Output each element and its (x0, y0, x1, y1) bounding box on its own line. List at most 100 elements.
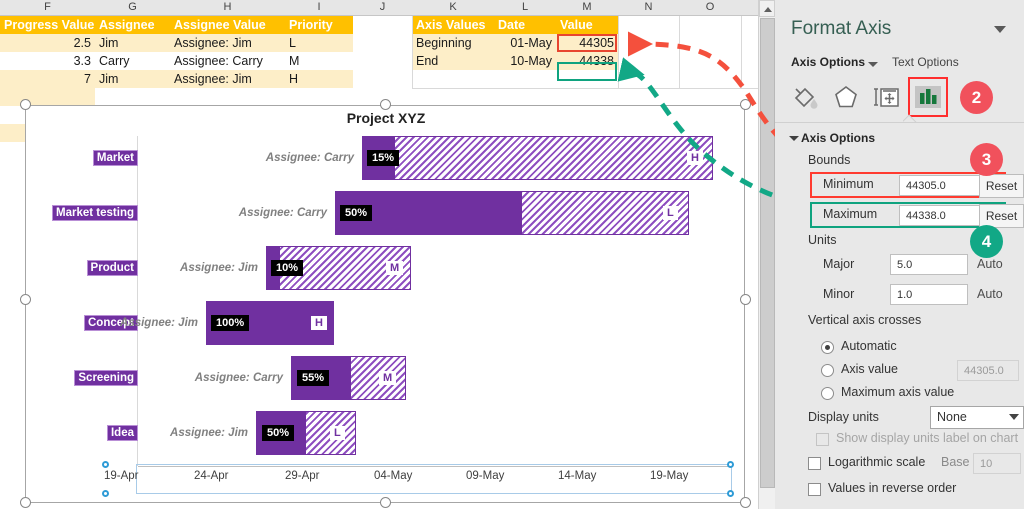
scrollbar-thumb[interactable] (760, 18, 775, 488)
column-header-N[interactable]: N (618, 0, 680, 15)
chevron-down-icon[interactable] (1009, 414, 1019, 420)
cell-priority-2[interactable]: M (285, 52, 353, 70)
chart-title[interactable]: Project XYZ (26, 110, 746, 126)
minor-auto-label[interactable]: Auto (977, 287, 1003, 301)
major-unit-input[interactable]: 5.0 (890, 254, 968, 275)
cell-assignee-value-3[interactable]: Assignee: Jim (170, 70, 285, 88)
bar-priority-label[interactable]: L (663, 206, 678, 220)
axis-handle-bottom-right[interactable] (727, 490, 734, 497)
bar-priority-label[interactable]: H (311, 316, 327, 330)
bar-priority-label[interactable]: M (386, 261, 404, 275)
bar-assignee-label[interactable]: Assignee: Carry (212, 152, 354, 164)
gantt-bar-row[interactable]: Assignee: Jim 100% H (26, 301, 746, 345)
checkbox-show-display-units-label[interactable] (816, 433, 829, 446)
bar-progress-label[interactable]: 15% (367, 150, 400, 166)
bar-assignee-label[interactable]: Assignee: Jim (126, 262, 258, 274)
header-axis-values[interactable]: Axis Values (412, 16, 494, 34)
header-assignee-value[interactable]: Assignee Value (170, 16, 285, 34)
vertical-scrollbar[interactable] (758, 0, 776, 509)
checkbox-logarithmic-scale[interactable] (808, 457, 821, 470)
effects-icon[interactable] (829, 80, 863, 114)
cell-progress-value-1[interactable]: 2.5 (0, 34, 95, 52)
chevron-down-icon[interactable] (868, 62, 878, 67)
column-header-M[interactable]: M (556, 0, 619, 15)
gantt-bar-row[interactable]: Assignee: Jim 50% L (26, 411, 746, 455)
x-tick-label[interactable]: 19-May (650, 470, 688, 482)
axis-handle-top-right[interactable] (727, 461, 734, 468)
fill-icon[interactable] (788, 80, 822, 114)
cell-assignee-value-2[interactable]: Assignee: Carry (170, 52, 285, 70)
radio-maximum-axis-value[interactable] (821, 387, 834, 400)
x-tick-label[interactable]: 19-Apr (104, 470, 139, 482)
minimum-reset-button[interactable]: Reset (979, 174, 1024, 198)
cell-row4-F[interactable] (0, 88, 95, 106)
header-assignee[interactable]: Assignee (95, 16, 170, 34)
chevron-down-icon[interactable] (994, 26, 1006, 33)
label-logarithmic-scale[interactable]: Logarithmic scale (828, 455, 925, 469)
gantt-chart-object[interactable]: Project XYZ Market Market testing Produc… (25, 105, 745, 503)
bar-duration[interactable] (362, 136, 713, 180)
cell-J-2[interactable] (353, 52, 412, 70)
chart-handle-middle-left[interactable] (20, 294, 31, 305)
column-header-P[interactable] (741, 0, 758, 15)
column-header-G[interactable]: G (95, 0, 171, 15)
gantt-bar-row[interactable]: Assignee: Carry 50% L (26, 191, 746, 235)
bar-assignee-label[interactable]: Assignee: Jim (116, 427, 248, 439)
chart-handle-bottom-right[interactable] (740, 497, 751, 508)
major-auto-label[interactable]: Auto (977, 257, 1003, 271)
radio-axis-value[interactable] (821, 364, 834, 377)
radio-automatic[interactable] (821, 341, 834, 354)
size-properties-icon[interactable] (870, 80, 904, 114)
cell-date-beginning[interactable]: 01-May (494, 34, 556, 52)
column-header-L[interactable]: L (494, 0, 557, 15)
bar-progress-label[interactable]: 55% (297, 370, 330, 386)
cell-J-1[interactable] (353, 34, 412, 52)
cell-axis-value-beginning[interactable]: Beginning (412, 34, 494, 52)
bar-progress-label[interactable]: 10% (271, 260, 304, 276)
label-values-in-reverse-order[interactable]: Values in reverse order (828, 481, 956, 495)
cell-assignee-2[interactable]: Carry (95, 52, 170, 70)
label-axis-value[interactable]: Axis value (841, 362, 898, 376)
cell-assignee-value-1[interactable]: Assignee: Jim (170, 34, 285, 52)
chart-handle-bottom-left[interactable] (20, 497, 31, 508)
bar-priority-label[interactable]: L (330, 426, 345, 440)
gantt-bar-row[interactable]: Assignee: Jim 10% M (26, 246, 746, 290)
x-tick-label[interactable]: 09-May (466, 470, 504, 482)
header-progress-value[interactable]: Progress Value (0, 16, 95, 34)
column-header-O[interactable]: O (679, 0, 742, 15)
chart-handle-middle-right[interactable] (740, 294, 751, 305)
chart-handle-top-center[interactable] (380, 99, 391, 110)
cell-J-blank[interactable] (353, 16, 412, 34)
label-maximum-axis-value[interactable]: Maximum axis value (841, 385, 954, 399)
bar-assignee-label[interactable]: Assignee: Carry (185, 207, 327, 219)
x-tick-label[interactable]: 29-Apr (285, 470, 320, 482)
gantt-bar-row[interactable]: Assignee: Carry 15% H (26, 136, 746, 180)
cell-assignee-1[interactable]: Jim (95, 34, 170, 52)
column-header-F[interactable]: F (0, 0, 96, 15)
gantt-bar-row[interactable]: Assignee: Carry 55% M (26, 356, 746, 400)
column-header-J[interactable]: J (353, 0, 413, 15)
tab-axis-options[interactable]: Axis Options (791, 55, 865, 69)
axis-handle-bottom-left[interactable] (102, 490, 109, 497)
header-priority[interactable]: Priority (285, 16, 353, 34)
label-automatic[interactable]: Automatic (841, 339, 897, 353)
bar-assignee-label[interactable]: Assignee: Carry (141, 372, 283, 384)
header-date[interactable]: Date (494, 16, 556, 34)
chart-handle-top-right[interactable] (740, 99, 751, 110)
cell-axis-value-end[interactable]: End (412, 52, 494, 70)
logarithmic-base-input[interactable]: 10 (973, 453, 1021, 474)
bar-progress-label[interactable]: 100% (211, 315, 250, 331)
axis-value-input[interactable]: 44305.0 (957, 360, 1019, 381)
axis-options-icon[interactable] (908, 77, 948, 117)
bar-progress-label[interactable]: 50% (262, 425, 295, 441)
minor-unit-input[interactable]: 1.0 (890, 284, 968, 305)
chart-handle-bottom-center[interactable] (380, 497, 391, 508)
column-header-I[interactable]: I (285, 0, 354, 15)
bar-priority-label[interactable]: H (687, 151, 703, 165)
chart-handle-top-left[interactable] (20, 99, 31, 110)
cell-priority-1[interactable]: L (285, 34, 353, 52)
cell-date-end[interactable]: 10-May (494, 52, 556, 70)
checkbox-values-in-reverse-order[interactable] (808, 483, 821, 496)
bar-assignee-label[interactable]: Assignee: Jim (66, 317, 198, 329)
cell-progress-value-3[interactable]: 7 (0, 70, 95, 88)
